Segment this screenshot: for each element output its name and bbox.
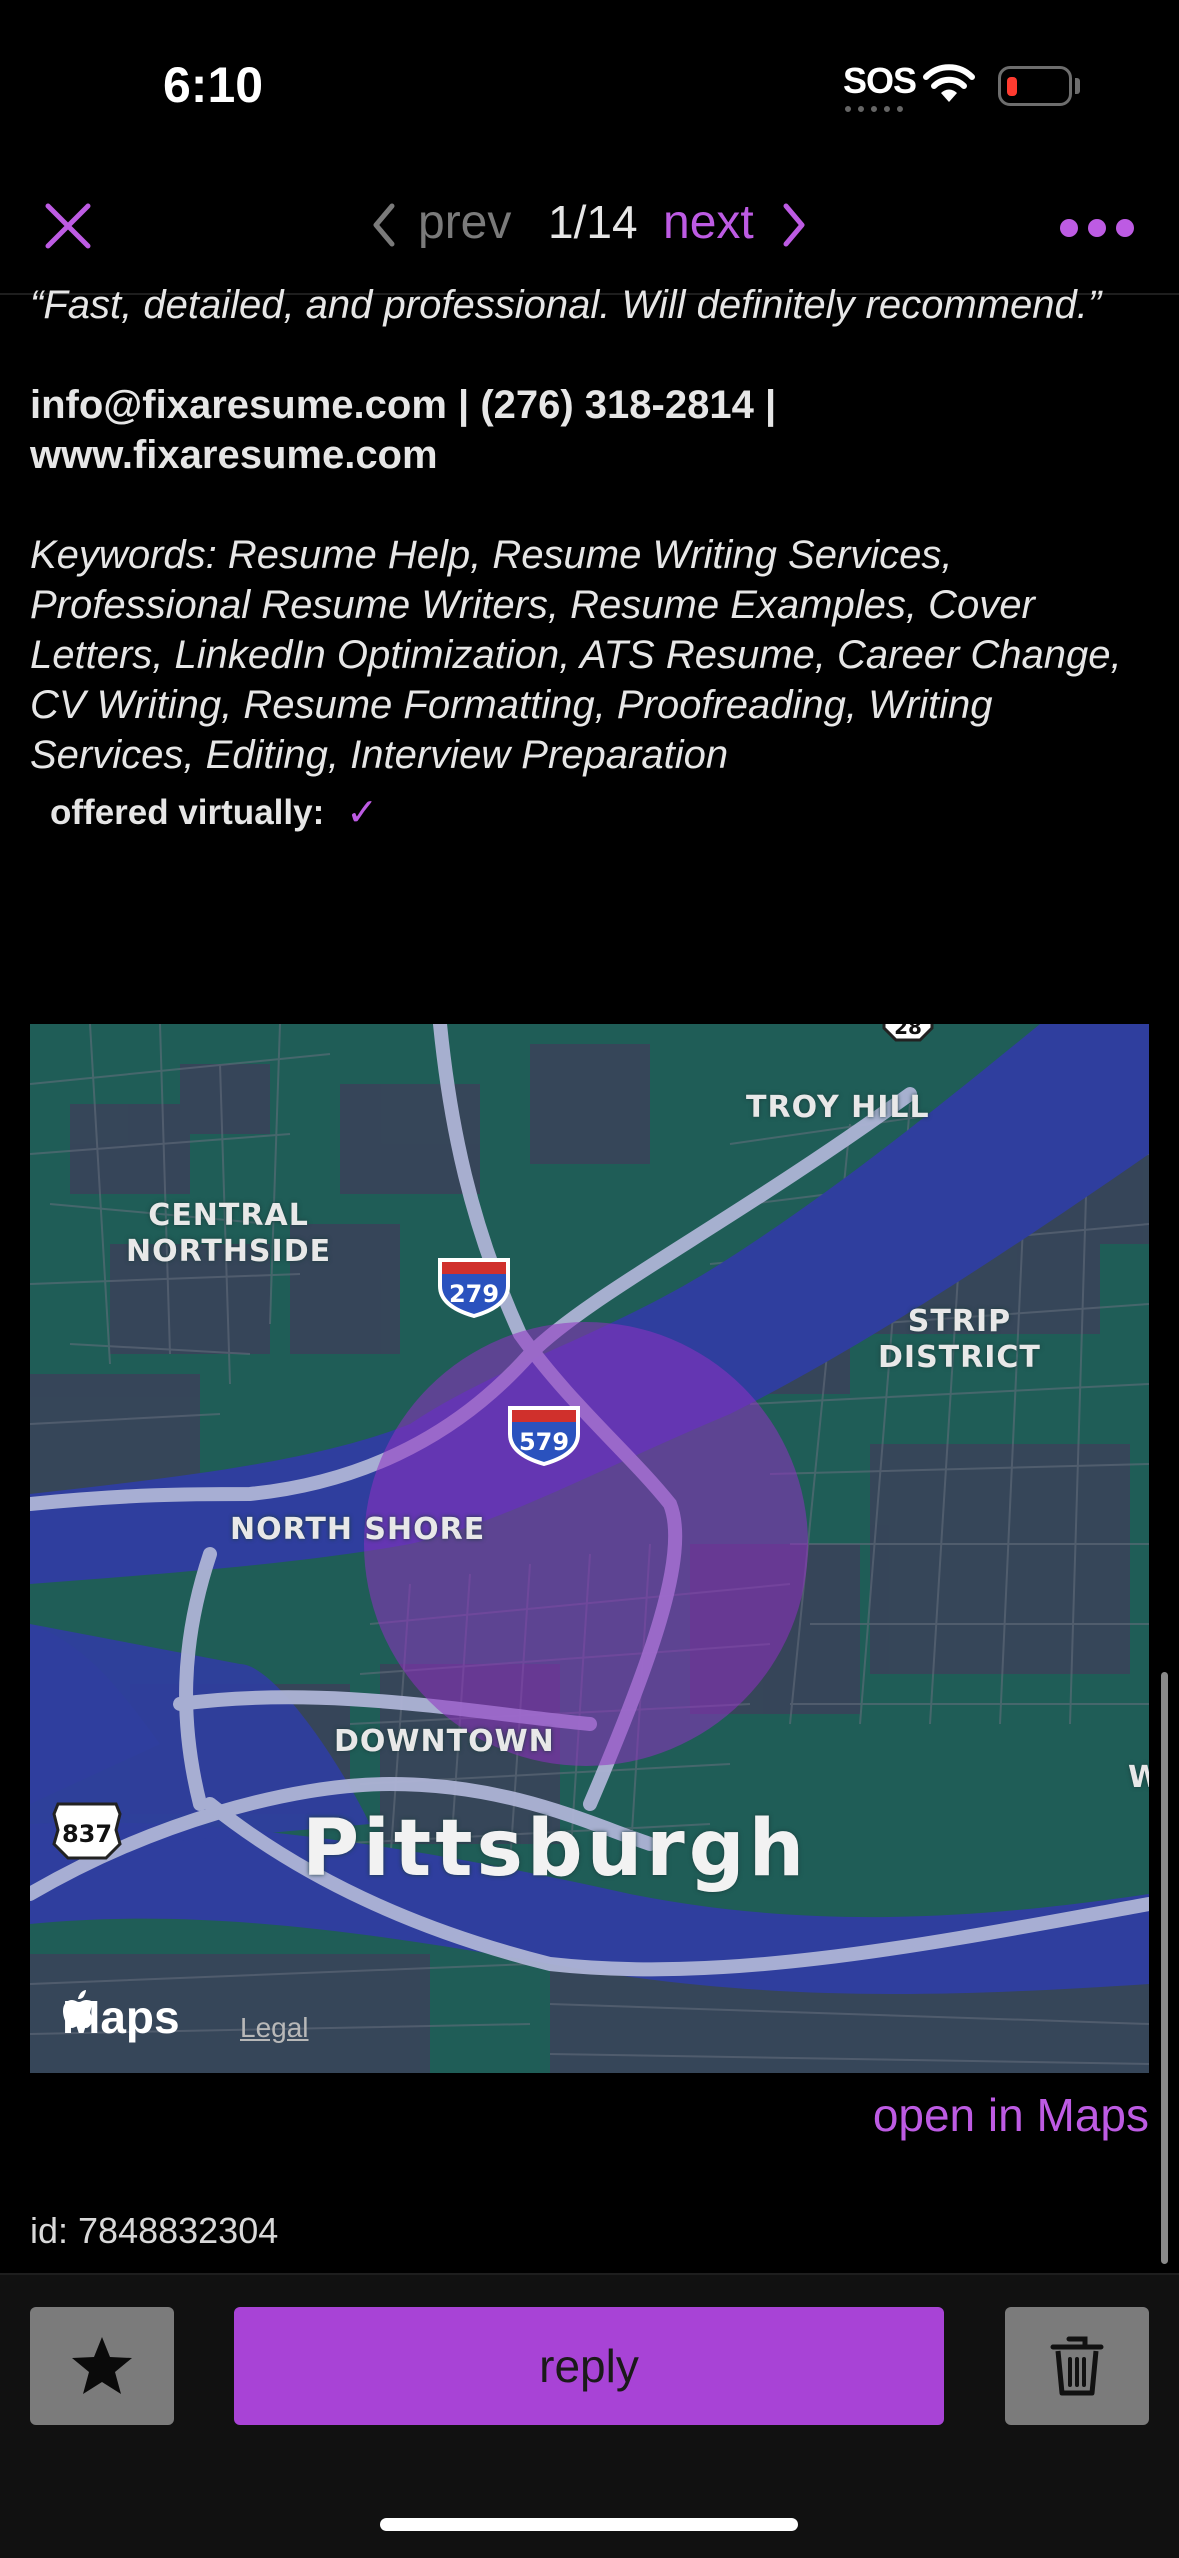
map-canvas: [30, 1024, 1149, 2073]
map-label-pittsburgh: Pittsburgh: [302, 1804, 809, 1894]
testimonial-quote: “Fast, detailed, and professional. Will …: [30, 283, 1102, 327]
legal-link[interactable]: Legal: [240, 2012, 309, 2044]
sos-indicator: SOS: [843, 60, 917, 101]
chevron-right-icon[interactable]: [780, 200, 810, 250]
map-label-troy-hill: TROY HILL: [746, 1090, 930, 1125]
status-time: 6:10: [163, 57, 264, 113]
map-label-downtown: DOWNTOWN: [334, 1724, 555, 1759]
nav-bar: prev 1/14 next: [0, 175, 1179, 295]
scrollbar[interactable]: [1161, 1672, 1168, 2264]
battery-icon: [998, 66, 1072, 106]
star-icon: [72, 2337, 132, 2394]
map-label-central-northside: CENTRAL NORTHSIDE: [126, 1198, 332, 1269]
i279-text: 279: [449, 1280, 499, 1308]
location-map[interactable]: TROY HILL CENTRAL NORTHSIDE STRIP DISTRI…: [30, 1024, 1149, 2073]
trash-icon: [1050, 2336, 1104, 2396]
map-label-edge: W: [1128, 1760, 1149, 1795]
status-bar: 6:10 SOS: [0, 0, 1179, 175]
bottom-toolbar: reply: [0, 2273, 1179, 2558]
chevron-left-icon[interactable]: [368, 200, 398, 250]
close-icon[interactable]: [42, 200, 94, 252]
checkmark-icon: ✓: [346, 792, 379, 834]
battery-nub: [1075, 78, 1080, 94]
post-body: “Fast, detailed, and professional. Will …: [30, 280, 1150, 835]
map-label-north-shore: NORTH SHORE: [230, 1512, 486, 1547]
offered-virtually-row: offered virtually: ✓: [50, 790, 1150, 835]
home-indicator[interactable]: [380, 2518, 798, 2531]
r837-text: 837: [62, 1820, 112, 1848]
signal-dots: [845, 106, 903, 118]
apple-maps-logo: Maps: [62, 1990, 180, 2044]
apple-logo-icon: [63, 1990, 94, 2028]
next-button[interactable]: next: [663, 195, 754, 250]
page-counter: 1/14: [548, 196, 638, 248]
reply-button[interactable]: reply: [234, 2307, 944, 2425]
prev-button[interactable]: prev: [418, 195, 511, 250]
more-options-icon[interactable]: [1060, 219, 1134, 237]
i579-text: 579: [519, 1428, 569, 1456]
post-id: id: 7848832304: [30, 2210, 279, 2251]
contact-info[interactable]: info@fixaresume.com | (276) 318-2814 | w…: [30, 380, 1150, 480]
keywords-text: Keywords: Resume Help, Resume Writing Se…: [30, 533, 1122, 777]
offered-virtually-label: offered virtually:: [50, 792, 325, 832]
map-label-strip-district: STRIP DISTRICT: [878, 1304, 1041, 1375]
favorite-button[interactable]: [30, 2307, 174, 2425]
delete-button[interactable]: [1005, 2307, 1149, 2425]
open-in-maps-link[interactable]: open in Maps: [873, 2088, 1149, 2142]
r28-text: 28: [894, 1024, 922, 1039]
wifi-icon: [923, 64, 975, 102]
